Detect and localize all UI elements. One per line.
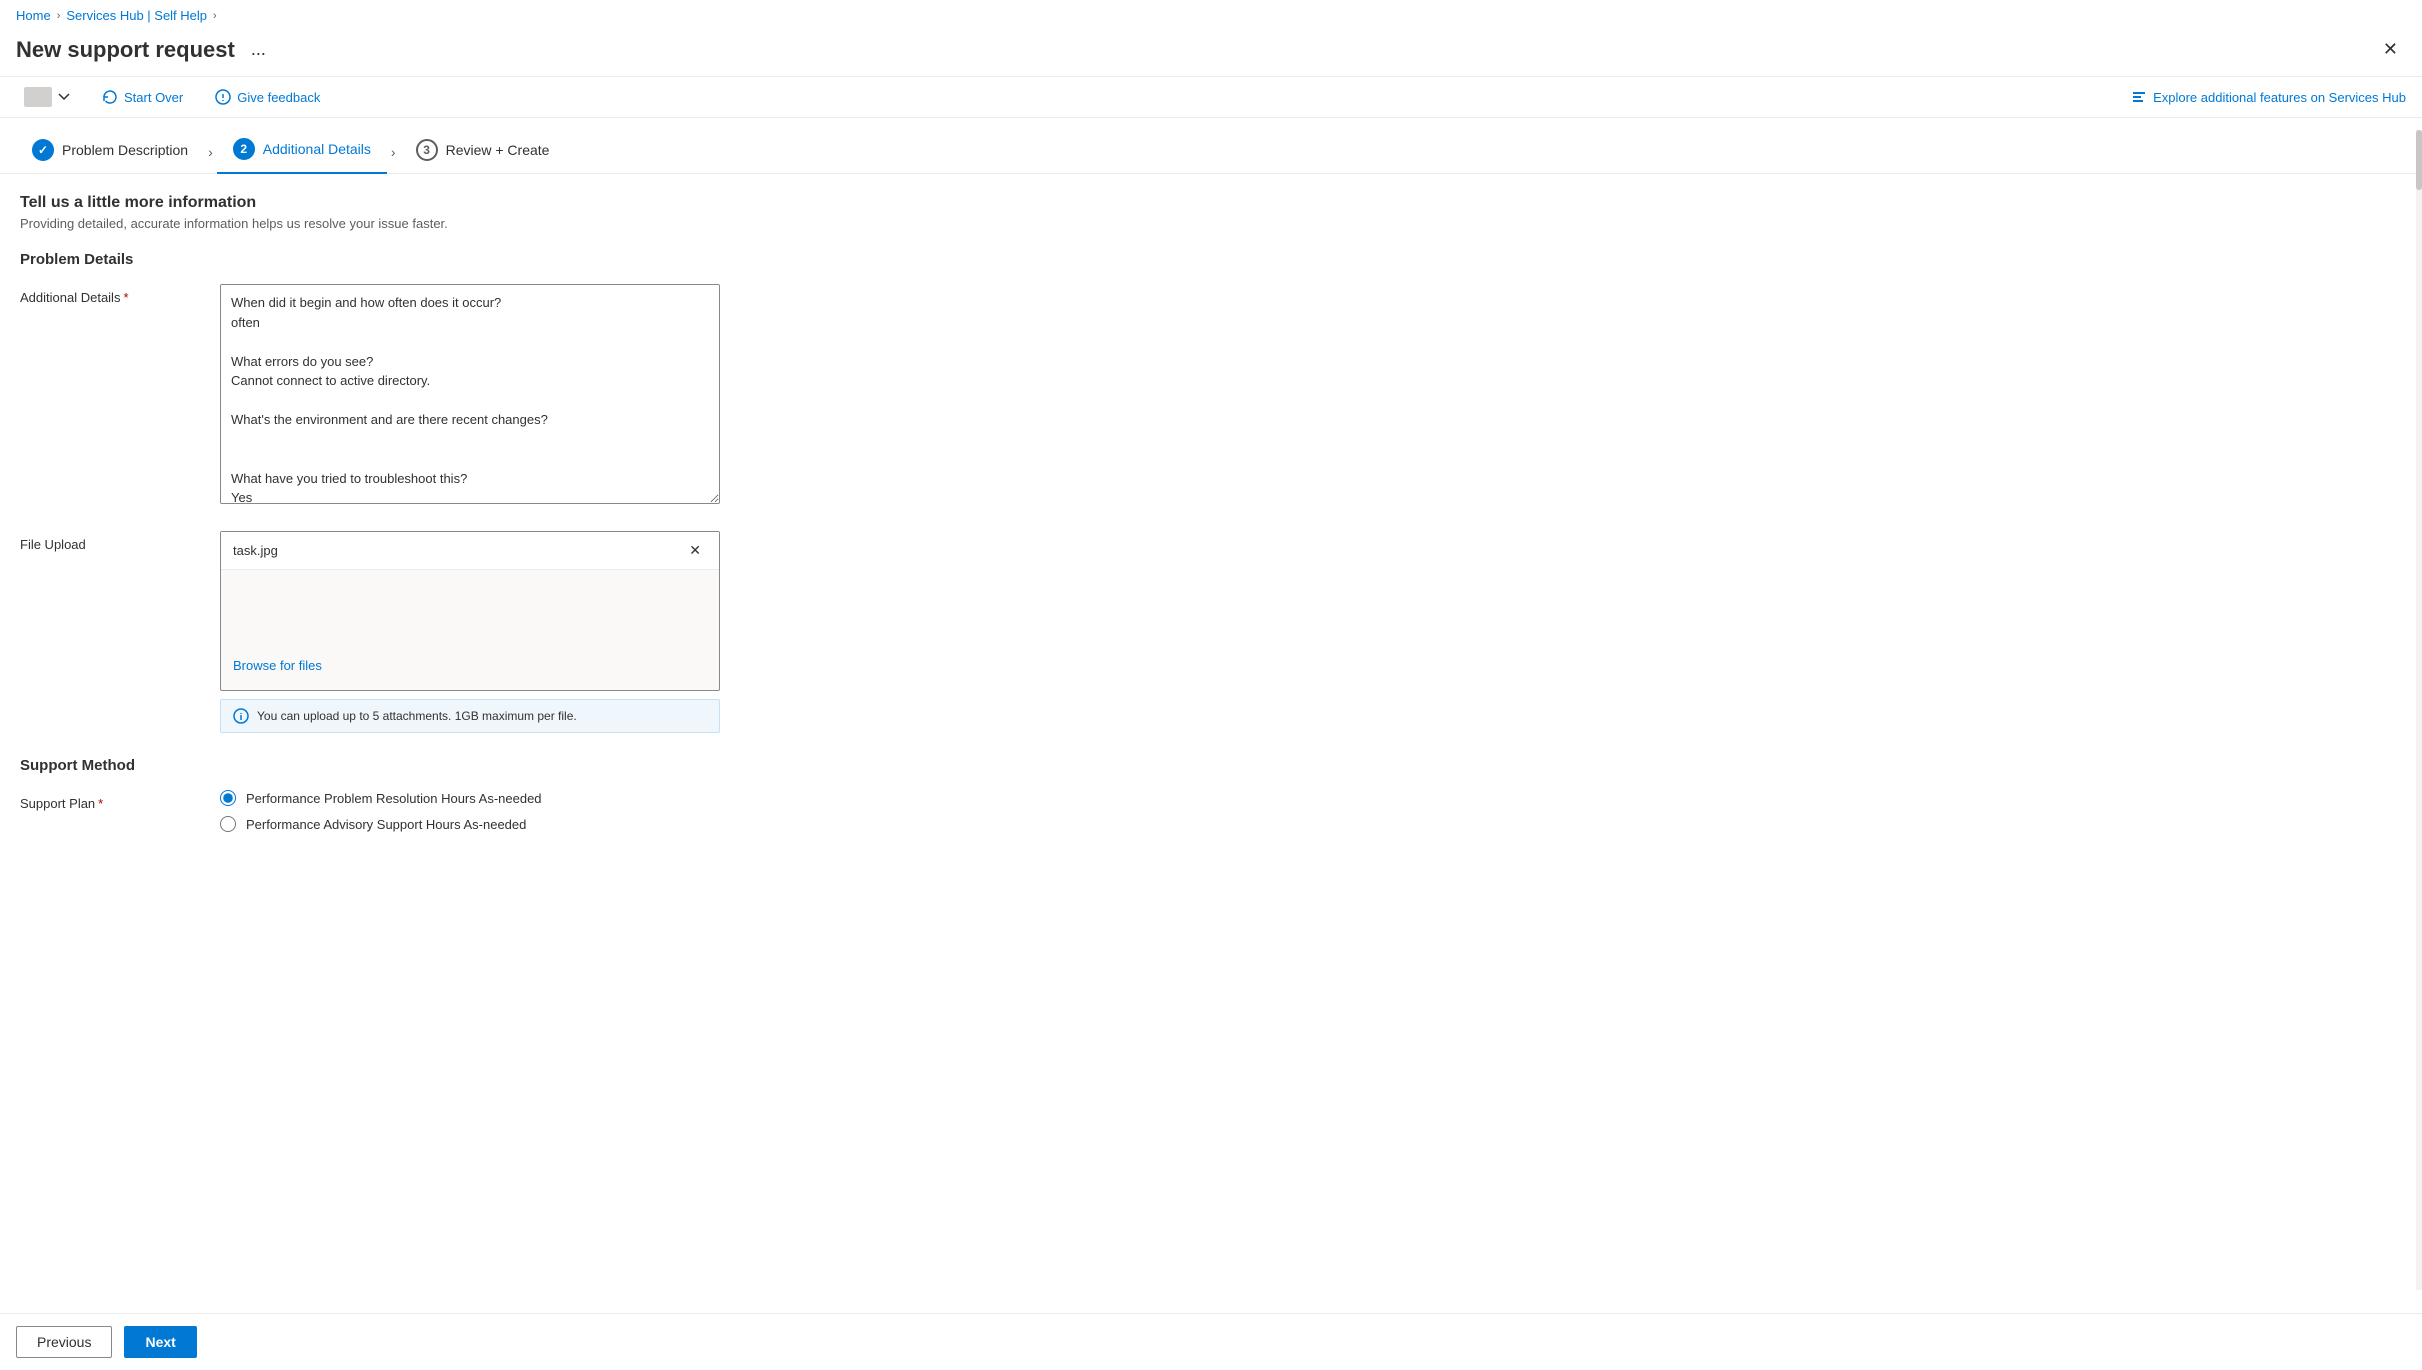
file-upload-row: File Upload task.jpg ✕ Browse for files … (20, 531, 880, 733)
step-label-1: Problem Description (62, 142, 188, 158)
toolbar-right: Explore additional features on Services … (2131, 89, 2406, 105)
explore-link[interactable]: Explore additional features on Services … (2131, 89, 2406, 105)
required-marker: * (123, 290, 128, 305)
file-item: task.jpg ✕ (221, 532, 719, 570)
page-title: New support request (16, 37, 235, 63)
close-button[interactable]: ✕ (2375, 35, 2406, 64)
step-label-2: Additional Details (263, 141, 371, 157)
scrollbar-thumb (2416, 130, 2422, 190)
additional-details-textarea[interactable]: When did it begin and how often does it … (220, 284, 720, 504)
title-bar: New support request ... ✕ (0, 31, 2422, 76)
bottom-nav: Previous Next (0, 1313, 2422, 1370)
tab-additional-details[interactable]: 2 Additional Details (217, 130, 387, 174)
step-circle-1: ✓ (32, 139, 54, 161)
breadcrumb-hub[interactable]: Services Hub | Self Help (66, 8, 207, 23)
additional-details-control: When did it begin and how often does it … (220, 284, 720, 507)
previous-button[interactable]: Previous (16, 1326, 112, 1358)
step-sep-1: › (208, 144, 213, 160)
main-content: Tell us a little more information Provid… (0, 174, 900, 946)
step-sep-2: › (391, 144, 396, 160)
radio-option-2[interactable] (220, 816, 236, 832)
breadcrumb-sep-2: › (213, 10, 217, 22)
file-name: task.jpg (233, 543, 278, 558)
breadcrumb: Home › Services Hub | Self Help › (0, 0, 2422, 31)
additional-details-label: Additional Details * (20, 284, 200, 305)
file-empty-area (221, 570, 719, 650)
problem-details-title: Problem Details (20, 251, 880, 268)
explore-icon (2131, 89, 2147, 105)
title-bar-left: New support request ... (16, 37, 272, 63)
radio-label-2: Performance Advisory Support Hours As-ne… (246, 817, 526, 832)
subscription-dropdown[interactable] (16, 83, 78, 111)
toolbar: Start Over Give feedback Explore additio… (0, 76, 2422, 118)
breadcrumb-home[interactable]: Home (16, 8, 51, 23)
support-plan-row: Support Plan * Performance Problem Resol… (20, 790, 880, 842)
radio-label-1: Performance Problem Resolution Hours As-… (246, 791, 542, 806)
support-plan-control: Performance Problem Resolution Hours As-… (220, 790, 720, 842)
right-scrollbar[interactable] (2416, 130, 2422, 1290)
file-upload-control: task.jpg ✕ Browse for files You can uplo… (220, 531, 720, 733)
upload-info: You can upload up to 5 attachments. 1GB … (220, 699, 720, 733)
step-label-3: Review + Create (446, 142, 550, 158)
start-over-icon (102, 89, 118, 105)
support-plan-label: Support Plan * (20, 790, 200, 811)
radio-option-1[interactable] (220, 790, 236, 806)
ellipsis-button[interactable]: ... (245, 37, 272, 62)
file-upload-label: File Upload (20, 531, 200, 552)
section-subtitle: Providing detailed, accurate information… (20, 216, 880, 231)
file-upload-area: task.jpg ✕ Browse for files (220, 531, 720, 691)
browse-link[interactable]: Browse for files (221, 650, 719, 681)
file-remove-button[interactable]: ✕ (683, 540, 707, 561)
tab-review-create[interactable]: 3 Review + Create (400, 131, 566, 173)
start-over-button[interactable]: Start Over (94, 85, 191, 109)
tab-problem-description[interactable]: ✓ Problem Description (16, 131, 204, 173)
breadcrumb-sep-1: › (57, 10, 61, 22)
subscription-icon (24, 87, 52, 107)
give-feedback-button[interactable]: Give feedback (207, 85, 328, 109)
feedback-icon (215, 89, 231, 105)
chevron-down-icon (58, 93, 70, 101)
step-tabs: ✓ Problem Description › 2 Additional Det… (0, 118, 2422, 174)
next-button[interactable]: Next (124, 1326, 196, 1358)
additional-details-row: Additional Details * When did it begin a… (20, 284, 880, 507)
step-circle-3: 3 (416, 139, 438, 161)
support-method-title: Support Method (20, 757, 880, 774)
info-icon (233, 708, 249, 724)
radio-row-1: Performance Problem Resolution Hours As-… (220, 790, 720, 806)
radio-row-2: Performance Advisory Support Hours As-ne… (220, 816, 720, 832)
section-title: Tell us a little more information (20, 194, 880, 212)
step-circle-2: 2 (233, 138, 255, 160)
toolbar-left: Start Over Give feedback (16, 83, 328, 111)
required-marker-plan: * (98, 796, 103, 811)
